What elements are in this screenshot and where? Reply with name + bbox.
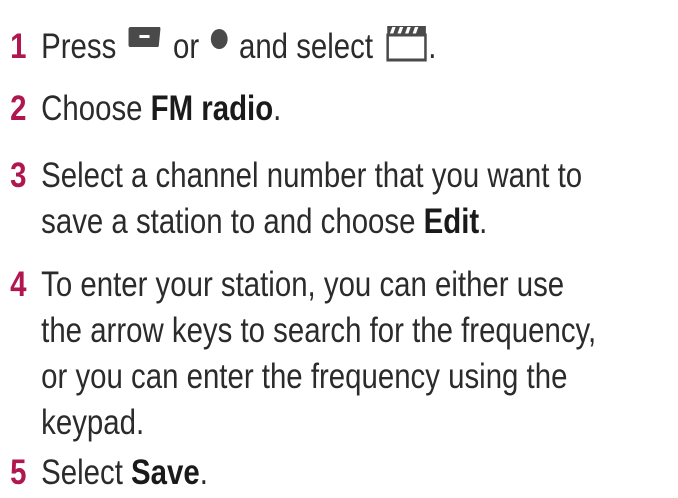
step-text: Choose bbox=[41, 89, 151, 128]
step-1: 1 Press or and select . bbox=[0, 22, 570, 70]
step-text: Select a channel number that you want to bbox=[41, 156, 583, 195]
step-3: 3 Select a channel number that you want t… bbox=[0, 153, 582, 199]
ok-button-icon bbox=[210, 29, 228, 49]
step-4-line-3: or you can enter the frequency using the bbox=[0, 354, 567, 400]
option-name: Edit bbox=[423, 202, 480, 241]
step-3-line-2: save a station to and choose Edit. bbox=[0, 199, 487, 245]
step-4-line-4: keypad. bbox=[0, 400, 144, 446]
step-text: . bbox=[479, 202, 488, 241]
step-text: . bbox=[199, 453, 208, 492]
step-text: or you can enter the frequency using the bbox=[41, 357, 568, 396]
step-number: 2 bbox=[10, 89, 27, 128]
step-text: To enter your station, you can either us… bbox=[41, 265, 565, 304]
left-soft-key-icon bbox=[128, 27, 161, 47]
step-text: save a station to and choose bbox=[41, 202, 424, 241]
menu-item-name: FM radio bbox=[150, 89, 274, 128]
step-4: 4 To enter your station, you can either u… bbox=[0, 262, 570, 308]
step-text: . bbox=[273, 89, 282, 128]
step-text: and select bbox=[230, 27, 382, 66]
step-text: . bbox=[428, 27, 437, 66]
step-number: 4 bbox=[10, 265, 27, 304]
step-number: 3 bbox=[10, 156, 27, 195]
step-5: 5 Select Save. bbox=[0, 450, 570, 496]
step-4-line-2: the arrow keys to search for the frequen… bbox=[0, 308, 596, 354]
step-text: the arrow keys to search for the frequen… bbox=[41, 311, 597, 350]
option-name: Save bbox=[131, 453, 200, 492]
step-text: keypad. bbox=[41, 403, 145, 442]
step-text: Select bbox=[41, 453, 132, 492]
step-text: Press bbox=[41, 27, 125, 66]
clapperboard-icon bbox=[386, 26, 427, 62]
step-number: 1 bbox=[10, 27, 27, 66]
step-2: 2 Choose FM radio. bbox=[0, 86, 570, 132]
step-number: 5 bbox=[10, 453, 27, 492]
step-text: or bbox=[164, 27, 208, 66]
